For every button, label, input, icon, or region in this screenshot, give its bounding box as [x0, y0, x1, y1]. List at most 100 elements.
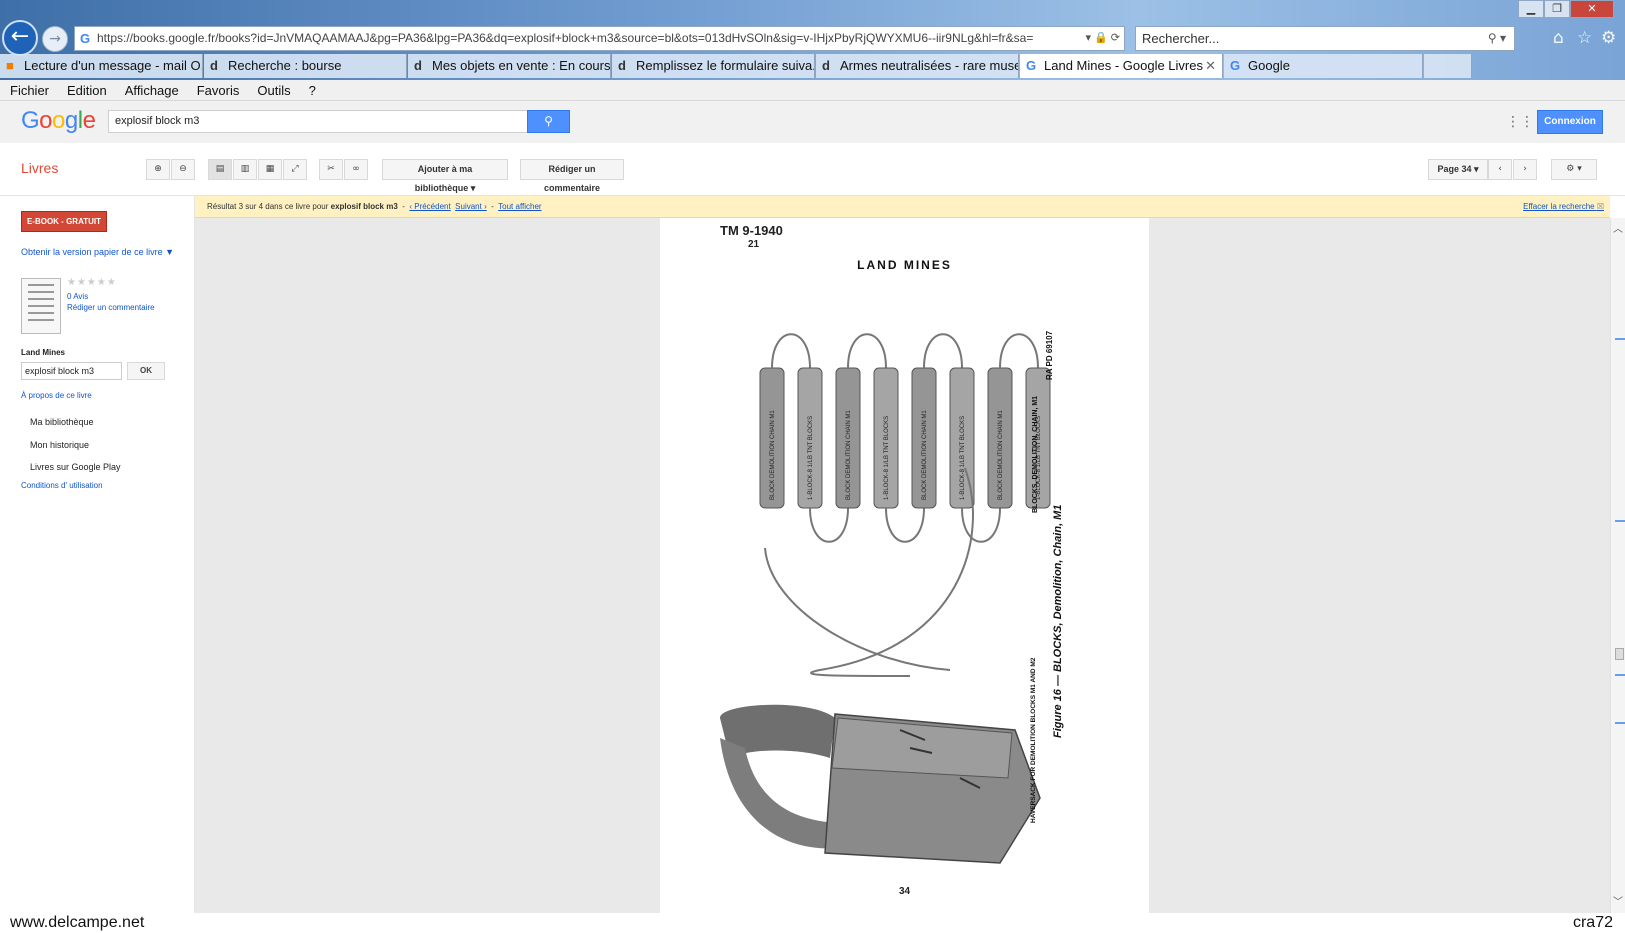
search-icon[interactable]: ⚲ ▾: [1488, 27, 1506, 50]
tab-formulaire[interactable]: d Remplissez le formulaire suiva...: [612, 54, 815, 78]
search-hit-marker: [1615, 520, 1625, 522]
tab-recherche-bourse[interactable]: d Recherche : bourse: [204, 54, 407, 78]
cord-loop: [771, 333, 811, 369]
block-label: BLOCK DEMOLITION CHAIN M1: [998, 410, 1004, 500]
cord-loop: [885, 507, 925, 543]
sidebar-item-library[interactable]: Ma bibliothèque: [30, 417, 94, 427]
two-page-view-icon[interactable]: ▥: [233, 159, 257, 180]
close-tab-icon[interactable]: ✕: [1205, 54, 1216, 78]
about-book-link[interactable]: À propos de ce livre: [21, 391, 92, 400]
search-hit-marker: [1615, 722, 1625, 724]
reader-scrollbar[interactable]: ︿ ﹀: [1610, 218, 1625, 913]
url-text: https://books.google.fr/books?id=JnVMAQA…: [97, 31, 1034, 45]
address-bar-icons: ▾ 🔒 ⟳: [1085, 32, 1120, 44]
previous-result-link[interactable]: ‹ Précédent: [409, 202, 450, 211]
next-page-chevron-icon[interactable]: ›: [1513, 159, 1537, 180]
page-select[interactable]: Page 34 ▾: [1428, 159, 1488, 180]
menu-favoris[interactable]: Favoris: [197, 83, 240, 98]
delcampe-favicon-icon: d: [414, 58, 422, 73]
browser-search-box[interactable]: Rechercher... ⚲ ▾: [1135, 26, 1515, 51]
fullscreen-icon[interactable]: ⤢: [283, 159, 307, 180]
book-cover-thumbnail[interactable]: [21, 278, 61, 334]
search-hit-marker: [1615, 674, 1625, 676]
livres-label[interactable]: Livres: [21, 160, 58, 176]
minimize-button[interactable]: ▁: [1518, 0, 1544, 18]
scroll-up-chevron-icon[interactable]: ︿: [1613, 220, 1623, 235]
block-label: 1-BLOCK-8 1/LB TNT BLOCKS: [960, 416, 966, 500]
block-label: BLOCK DEMOLITION CHAIN M1: [846, 410, 852, 500]
new-tab-button[interactable]: [1424, 54, 1472, 78]
sidebar-item-google-play[interactable]: Livres sur Google Play: [30, 462, 121, 472]
books-toolbar: Livres ⊕ ⊖ ▤ ▥ ▦ ⤢ ✂ ∞ Ajouter à ma bibl…: [0, 143, 1625, 196]
google-logo[interactable]: Google: [21, 107, 96, 135]
tab-label: Lecture d'un message - mail O...: [24, 58, 203, 73]
home-icon[interactable]: ⌂: [1553, 28, 1564, 48]
restore-button[interactable]: ❐: [1544, 0, 1570, 18]
close-icon[interactable]: ☒: [1597, 202, 1604, 211]
menu-outils[interactable]: Outils: [257, 83, 290, 98]
page-number: 34: [898, 886, 911, 897]
tab-mail[interactable]: ■ Lecture d'un message - mail O...: [0, 54, 203, 78]
clear-search-label: Effacer la recherche: [1523, 202, 1595, 211]
demolition-block: 1-BLOCK-8 1/LB TNT BLOCKS: [873, 367, 899, 509]
print-version-link[interactable]: Obtenir la version papier de ce livre ▼: [21, 247, 174, 257]
prev-page-chevron-icon[interactable]: ‹: [1488, 159, 1512, 180]
back-button[interactable]: ←: [2, 20, 38, 56]
caption-blocks: BLOCKS, DEMOLITION, CHAIN, M1: [1032, 395, 1039, 513]
book-reader[interactable]: TM 9-1940 21 LAND MINES BLOCK DEMOLITION…: [195, 218, 1610, 913]
image-caption-bar: www.delcampe.net cra72: [0, 913, 1625, 933]
scroll-down-chevron-icon[interactable]: ﹀: [1613, 893, 1623, 908]
result-query: explosif block m3: [330, 202, 398, 211]
single-page-view-icon[interactable]: ▤: [208, 159, 232, 180]
clip-icon[interactable]: ✂: [319, 159, 343, 180]
settings-gear-icon[interactable]: ⚙: [1601, 28, 1616, 48]
add-to-library-label: Ajouter à ma bibliothèque: [414, 164, 473, 193]
tab-label: Mes objets en vente : En cours ...: [432, 58, 611, 73]
search-button[interactable]: ⚲: [527, 110, 570, 133]
address-bar[interactable]: G https://books.google.fr/books?id=JnVMA…: [74, 26, 1125, 51]
clear-search-link[interactable]: Effacer la recherche ☒: [1523, 196, 1604, 218]
connexion-button[interactable]: Connexion: [1537, 110, 1603, 134]
block-label: 1-BLOCK-8 1/LB TNT BLOCKS: [884, 416, 890, 500]
ok-button[interactable]: OK: [127, 362, 165, 380]
menu-edition[interactable]: Edition: [67, 83, 107, 98]
cord-loop: [847, 333, 887, 369]
show-all-link[interactable]: Tout afficher: [498, 202, 541, 211]
rating-stars[interactable]: ★★★★★: [67, 277, 117, 288]
book-page: TM 9-1940 21 LAND MINES BLOCK DEMOLITION…: [660, 218, 1149, 913]
next-result-link[interactable]: Suivant ›: [455, 202, 487, 211]
link-icon[interactable]: ∞: [344, 159, 368, 180]
ebook-free-button[interactable]: E-BOOK - GRATUIT: [21, 211, 107, 232]
menu-fichier[interactable]: Fichier: [10, 83, 49, 98]
sidebar-item-history[interactable]: Mon historique: [30, 440, 89, 450]
menu-help[interactable]: ?: [309, 83, 316, 98]
block-label: BLOCK DEMOLITION CHAIN M1: [922, 410, 928, 500]
figure-reference: RA PD 69107: [1045, 330, 1054, 380]
menu-affichage[interactable]: Affichage: [125, 83, 179, 98]
write-review-button[interactable]: Rédiger un commentaire: [520, 159, 624, 193]
tab-land-mines[interactable]: G Land Mines - Google Livres ✕: [1020, 54, 1223, 78]
close-window-button[interactable]: ✕: [1570, 0, 1614, 18]
figure-caption: Figure 16 — BLOCKS, Demolition, Chain, M…: [1052, 504, 1064, 738]
haversack-illustration: [720, 704, 1041, 864]
zoom-out-icon[interactable]: ⊖: [171, 159, 195, 180]
result-prefix: Résultat 3 sur 4 dans ce livre pour: [207, 202, 329, 211]
google-search-input[interactable]: explosif block m3: [108, 110, 528, 133]
zoom-in-icon[interactable]: ⊕: [146, 159, 170, 180]
scroll-thumb[interactable]: [1615, 648, 1624, 660]
tab-armes[interactable]: d Armes neutralisées - rare muse...: [816, 54, 1019, 78]
reviews-link[interactable]: 0 Avis: [67, 292, 88, 301]
favorites-star-icon[interactable]: ☆: [1577, 28, 1592, 48]
write-review-link[interactable]: Rédiger un commentaire: [67, 303, 155, 312]
terms-link[interactable]: Conditions d' utilisation: [21, 481, 103, 490]
tab-mes-objets[interactable]: d Mes objets en vente : En cours ...: [408, 54, 611, 78]
settings-gear-icon[interactable]: ⚙ ▾: [1551, 159, 1597, 180]
tab-google[interactable]: G Google: [1224, 54, 1423, 78]
thumbnail-view-icon[interactable]: ▦: [258, 159, 282, 180]
block-label: BLOCK DEMOLITION CHAIN M1: [770, 410, 776, 500]
forward-button[interactable]: →: [42, 26, 68, 52]
search-hit-marker: [1615, 338, 1625, 340]
in-book-search-input[interactable]: explosif block m3: [21, 362, 122, 380]
tab-label: Land Mines - Google Livres: [1044, 58, 1203, 73]
add-to-library-button[interactable]: Ajouter à ma bibliothèque ▾: [382, 159, 508, 193]
